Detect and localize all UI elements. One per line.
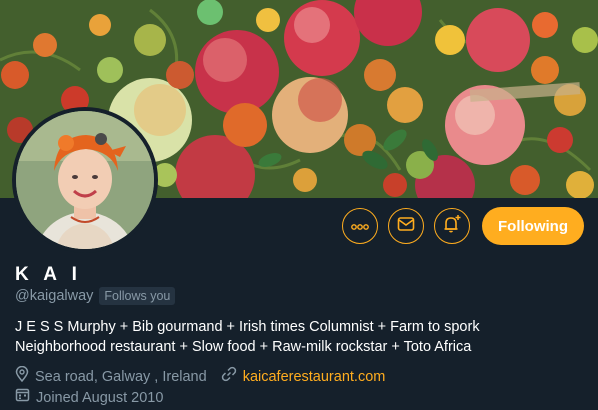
website-item: kaicaferestaurant.com bbox=[221, 366, 386, 388]
more-button[interactable] bbox=[342, 208, 378, 244]
link-icon bbox=[221, 366, 237, 388]
display-name: K A I bbox=[15, 264, 82, 285]
calendar-icon bbox=[15, 387, 30, 408]
notifications-button[interactable] bbox=[434, 208, 470, 244]
profile-meta: Sea road, Galway , Ireland kaicaferestau… bbox=[15, 365, 399, 408]
handle: @kaigalway bbox=[15, 288, 94, 304]
location-text: Sea road, Galway , Ireland bbox=[35, 368, 207, 385]
location-pin-icon bbox=[15, 365, 29, 388]
joined-date: Joined August 2010 bbox=[36, 389, 164, 406]
bio-line: J E S S Murphy + Bib gourmand + Irish ti… bbox=[15, 319, 480, 335]
joined-item: Joined August 2010 bbox=[15, 387, 163, 408]
follows-you-badge: Follows you bbox=[99, 287, 176, 305]
profile-actions: Following bbox=[342, 207, 584, 245]
profile-bio: J E S S Murphy + Bib gourmand + Irish ti… bbox=[15, 317, 585, 357]
more-icon bbox=[351, 217, 369, 235]
following-button[interactable]: Following bbox=[482, 207, 584, 245]
website-link[interactable]: kaicaferestaurant.com bbox=[243, 367, 386, 387]
bio-line: Neighborhood restaurant + Slow food + Ra… bbox=[15, 339, 472, 355]
profile-avatar[interactable] bbox=[12, 107, 158, 253]
bell-plus-icon bbox=[442, 214, 462, 239]
envelope-icon bbox=[397, 216, 415, 237]
location-item: Sea road, Galway , Ireland bbox=[15, 365, 207, 388]
message-button[interactable] bbox=[388, 208, 424, 244]
handle-row: @kaigalway Follows you bbox=[15, 287, 176, 305]
